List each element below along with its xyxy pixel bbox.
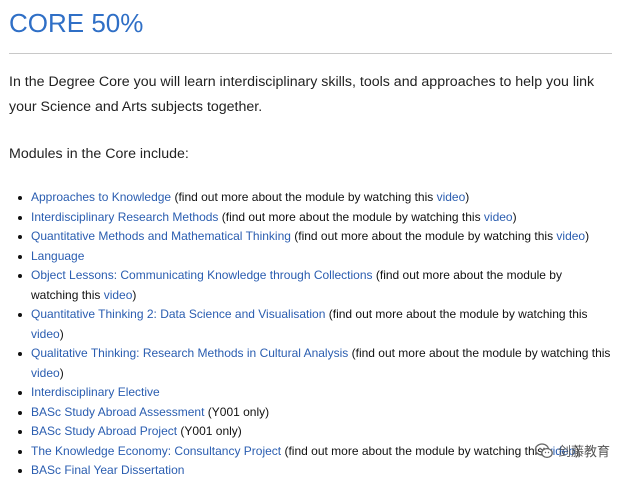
module-note: (find out more about the module by watch… xyxy=(171,190,437,204)
module-item: Qualitative Thinking: Research Methods i… xyxy=(18,344,612,383)
video-link[interactable]: video xyxy=(31,327,60,341)
module-link[interactable]: BASc Study Abroad Project xyxy=(31,424,177,438)
watermark: 剑藤教育 xyxy=(534,441,610,460)
module-item: BASc Final Year Dissertation xyxy=(18,461,612,481)
module-link[interactable]: BASc Study Abroad Assessment xyxy=(31,405,204,419)
page-title: CORE 50% xyxy=(9,8,144,38)
module-link[interactable]: Quantitative Methods and Mathematical Th… xyxy=(31,229,291,243)
video-link[interactable]: video xyxy=(484,210,513,224)
module-note-close: ) xyxy=(59,365,64,380)
bullet-icon xyxy=(18,313,22,317)
module-note: (Y001 only) xyxy=(177,424,242,438)
bullet-icon xyxy=(18,352,22,356)
module-item: Object Lessons: Communicating Knowledge … xyxy=(18,266,612,305)
module-item: Quantitative Methods and Mathematical Th… xyxy=(18,227,612,247)
module-note: (find out more about the module by watch… xyxy=(218,209,484,224)
module-note-close: ) xyxy=(465,190,470,204)
module-note-close: ) xyxy=(512,209,517,224)
module-link[interactable]: Approaches to Knowledge xyxy=(31,190,171,204)
module-note: (Y001 only) xyxy=(204,404,270,419)
module-note-close: ) xyxy=(59,326,64,341)
module-item: Interdisciplinary Research Methods (find… xyxy=(18,208,612,228)
video-link[interactable]: video xyxy=(104,288,133,302)
modules-heading: Modules in the Core include: xyxy=(9,146,189,162)
module-note: (find out more about the module by watch… xyxy=(348,346,611,360)
bullet-icon xyxy=(18,274,22,278)
module-link[interactable]: Language xyxy=(31,249,84,263)
bullet-icon xyxy=(18,449,22,454)
module-item: Interdisciplinary Elective xyxy=(18,383,612,403)
video-link[interactable]: video xyxy=(556,229,585,243)
video-link[interactable]: video xyxy=(437,190,466,204)
title-divider xyxy=(9,53,612,54)
module-link[interactable]: Qualitative Thinking: Research Methods i… xyxy=(31,346,348,360)
module-item: Quantitative Thinking 2: Data Science an… xyxy=(18,305,612,344)
module-item: Language xyxy=(18,247,612,267)
module-link[interactable]: Interdisciplinary Elective xyxy=(31,385,160,399)
bullet-icon xyxy=(18,235,22,239)
video-link[interactable]: video xyxy=(31,366,60,380)
module-note: (find out more about the module by watch… xyxy=(290,229,557,243)
module-note-close: ) xyxy=(585,229,590,243)
module-item: The Knowledge Economy: Consultancy Proje… xyxy=(18,442,612,462)
wechat-icon xyxy=(534,442,553,458)
bullet-icon xyxy=(18,391,22,395)
module-note: (find out more about the module by watch… xyxy=(325,307,588,321)
module-link[interactable]: The Knowledge Economy: Consultancy Proje… xyxy=(31,444,281,458)
bullet-icon xyxy=(18,469,22,473)
module-item: BASc Study Abroad Project (Y001 only) xyxy=(18,422,612,442)
modules-list: Approaches to Knowledge (find out more a… xyxy=(9,188,612,481)
module-item: BASc Study Abroad Assessment (Y001 only) xyxy=(18,403,612,423)
watermark-text: 剑藤教育 xyxy=(557,444,610,459)
bullet-icon xyxy=(18,196,22,200)
bullet-icon xyxy=(18,254,22,259)
bullet-icon xyxy=(18,215,22,220)
content: CORE 50% In the Degree Core you will lea… xyxy=(9,0,612,481)
module-link[interactable]: BASc Final Year Dissertation xyxy=(31,463,184,477)
intro-paragraph: In the Degree Core you will learn interd… xyxy=(9,74,595,115)
module-link[interactable]: Object Lessons: Communicating Knowledge … xyxy=(31,268,373,282)
module-note: (find out more about the module by watch… xyxy=(281,443,547,458)
module-item: Approaches to Knowledge (find out more a… xyxy=(18,188,612,208)
module-note-close: ) xyxy=(132,287,137,302)
bullet-icon xyxy=(18,410,22,415)
bullet-icon xyxy=(18,430,22,434)
module-link[interactable]: Interdisciplinary Research Methods xyxy=(31,210,218,224)
module-link[interactable]: Quantitative Thinking 2: Data Science an… xyxy=(31,307,325,321)
